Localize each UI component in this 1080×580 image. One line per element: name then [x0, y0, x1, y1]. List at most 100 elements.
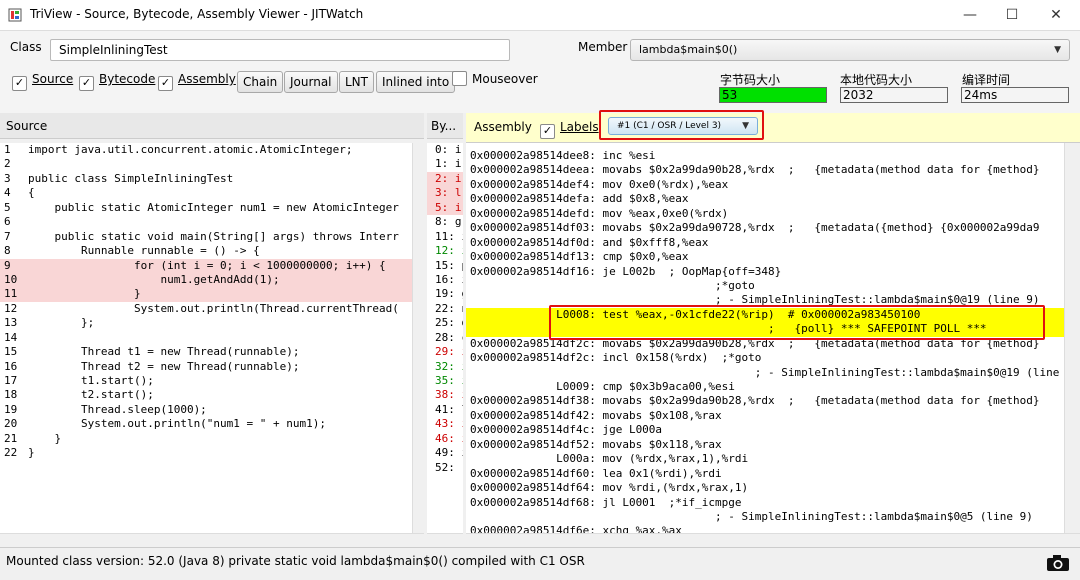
bytecode-line[interactable]: 3: l	[427, 186, 463, 201]
source-line[interactable]: 19 Thread.sleep(1000);	[0, 403, 412, 417]
source-line[interactable]: 14	[0, 331, 412, 345]
bytecode-line[interactable]: 41: l	[427, 403, 463, 417]
assembly-line[interactable]: 0x000002a98514df38: movabs $0x2a99da90b2…	[466, 394, 1064, 408]
source-vertical-scrollbar[interactable]	[412, 143, 425, 533]
assembly-line[interactable]: 0x000002a98514df16: je L002b ; OopMap{of…	[466, 265, 1064, 279]
bytecode-line[interactable]: 16: i	[427, 273, 463, 287]
bytecode-line[interactable]: 1: i	[427, 157, 463, 171]
source-line[interactable]: 1 import java.util.concurrent.atomic.Atom…	[0, 143, 412, 157]
source-line[interactable]: 10 num1.getAndAdd(1);	[0, 272, 412, 288]
journal-button[interactable]: Journal	[284, 71, 338, 93]
assembly-line[interactable]: 0x000002a98514df03: movabs $0x2a99da9072…	[466, 221, 1064, 235]
assembly-line[interactable]: 0x000002a98514df2c: incl 0x158(%rdx) ;*g…	[466, 351, 1064, 365]
source-line[interactable]: 18 t2.start();	[0, 388, 412, 402]
source-line[interactable]: 22}	[0, 446, 412, 460]
assembly-horizontal-scrollbar[interactable]	[466, 533, 1080, 546]
assembly-line[interactable]: 0x000002a98514df52: movabs $0x118,%rax	[466, 438, 1064, 452]
bytecode-line[interactable]: 12: i	[427, 244, 463, 258]
source-line-text: System.out.println(Thread.currentThread(	[28, 301, 399, 315]
assembly-line[interactable]: 0x000002a98514dee8: inc %esi	[466, 149, 1064, 163]
assembly-line[interactable]: L000a: mov (%rdx,%rax,1),%rdi	[466, 452, 1064, 466]
assembly-line[interactable]: 0x000002a98514df13: cmp $0x0,%eax	[466, 250, 1064, 264]
source-line[interactable]: 15 Thread t1 = new Thread(runnable);	[0, 345, 412, 359]
camera-icon[interactable]	[1046, 554, 1070, 572]
assembly-line[interactable]: 0x000002a98514df60: lea 0x1(%rdi),%rdi	[466, 467, 1064, 481]
assembly-line[interactable]: 0x000002a98514df6e: xchg %ax,%ax	[466, 524, 1064, 533]
bytecode-line[interactable]: 46: i	[427, 432, 463, 446]
member-select[interactable]: lambda$main$0() ▼	[630, 39, 1070, 61]
bytecode-line[interactable]: 38: i	[427, 388, 463, 402]
line-number: 4	[4, 186, 11, 200]
mouseover-checkbox[interactable]: Mouseover	[452, 71, 538, 87]
source-line[interactable]: 7 public static void main(String[] args)…	[0, 230, 412, 244]
source-line[interactable]: 2	[0, 157, 412, 171]
bytecode-line[interactable]: 49: i	[427, 446, 463, 460]
status-bar: Mounted class version: 52.0 (Java 8) pri…	[0, 547, 1080, 580]
bytecode-line[interactable]: 5: i	[427, 200, 463, 216]
bytecode-checkbox-label: Bytecode	[99, 72, 156, 86]
assembly-line[interactable]: 0x000002a98514defd: mov %eax,0xe0(%rdx)	[466, 207, 1064, 221]
assembly-pane-header: Assembly ✓ Labels #1 (C1 / OSR / Level 3)…	[466, 113, 1080, 143]
assembly-line[interactable]: 0x000002a98514deea: movabs $0x2a99da90b2…	[466, 163, 1064, 177]
source-line[interactable]: 21 }	[0, 432, 412, 446]
bytecode-code-view[interactable]: 0: i1: i2: i3: l5: i8: g11: i12: i15: p1…	[427, 143, 463, 533]
bytecode-line[interactable]: 52: r	[427, 461, 463, 475]
bytecode-line[interactable]: 15: p	[427, 259, 463, 273]
assembly-line[interactable]: 0x000002a98514df0d: and $0xfff8,%eax	[466, 236, 1064, 250]
bytecode-line[interactable]: 29: i	[427, 345, 463, 359]
window-title: TriView - Source, Bytecode, Assembly Vie…	[30, 7, 364, 21]
assembly-line[interactable]: ; - SimpleInliningTest::lambda$main$0@19…	[466, 366, 1064, 380]
source-line[interactable]: 17 t1.start();	[0, 374, 412, 388]
bytecode-line[interactable]: 28: c	[427, 331, 463, 345]
chain-button[interactable]: Chain	[237, 71, 284, 93]
assembly-line[interactable]: ;*goto	[466, 279, 1064, 293]
source-line[interactable]: 8 Runnable runnable = () -> {	[0, 244, 412, 258]
source-line[interactable]: 13 };	[0, 316, 412, 330]
bytecode-line[interactable]: 22: n	[427, 302, 463, 316]
assembly-line[interactable]: 0x000002a98514df68: jl L0001 ;*if_icmpge	[466, 496, 1064, 510]
assembly-checkbox[interactable]: ✓ Assembly	[158, 71, 236, 91]
source-line[interactable]: 12 System.out.println(Thread.currentThre…	[0, 302, 412, 316]
assembly-line[interactable]: 0x000002a98514def4: mov 0xe0(%rdx),%eax	[466, 178, 1064, 192]
assembly-line[interactable]: 0x000002a98514defa: add $0x8,%eax	[466, 192, 1064, 206]
assembly-vertical-scrollbar[interactable]	[1064, 143, 1077, 533]
assembly-line[interactable]: 0x000002a98514df64: mov %rdi,(%rdx,%rax,…	[466, 481, 1064, 495]
source-code-view[interactable]: 1 import java.util.concurrent.atomic.Atom…	[0, 143, 412, 533]
bytecode-line[interactable]: 32: i	[427, 360, 463, 374]
bytecode-horizontal-scrollbar[interactable]	[427, 533, 463, 546]
bytecode-checkbox[interactable]: ✓ Bytecode	[79, 71, 156, 91]
bytecode-line[interactable]: 25: d	[427, 316, 463, 330]
bytecode-line[interactable]: 2: i	[427, 171, 463, 187]
close-button[interactable]: ✕	[1034, 0, 1078, 30]
bytecode-line[interactable]: 35: i	[427, 374, 463, 388]
source-horizontal-scrollbar[interactable]	[0, 533, 424, 546]
source-line[interactable]: 6	[0, 215, 412, 229]
source-line[interactable]: 20 System.out.println("num1 = " + num1);	[0, 417, 412, 431]
inlined-into-button[interactable]: Inlined into	[376, 71, 456, 93]
line-number: 10	[4, 272, 18, 286]
assembly-line[interactable]: 0x000002a98514df42: movabs $0x108,%rax	[466, 409, 1064, 423]
bytecode-line[interactable]: 19: g	[427, 287, 463, 301]
source-line[interactable]: 5 public static AtomicInteger num1 = new…	[0, 201, 412, 215]
source-line[interactable]: 4{	[0, 186, 412, 200]
class-input[interactable]: SimpleInliningTest	[50, 39, 510, 61]
bytecode-line[interactable]: 11: i	[427, 230, 463, 244]
maximize-button[interactable]: ☐	[990, 0, 1034, 30]
minimize-button[interactable]: —	[948, 0, 992, 30]
assembly-line[interactable]: ; - SimpleInliningTest::lambda$main$0@5 …	[466, 510, 1064, 524]
native-size-label: 本地代码大小	[840, 73, 913, 87]
bytecode-line[interactable]: 43: i	[427, 417, 463, 431]
source-checkbox[interactable]: ✓ Source	[12, 71, 74, 91]
assembly-line[interactable]: 0x000002a98514df4c: jge L000a	[466, 423, 1064, 437]
assembly-line[interactable]: L0009: cmp $0x3b9aca00,%esi	[466, 380, 1064, 394]
source-line[interactable]: 9 for (int i = 0; i < 1000000000; i++) {	[0, 258, 412, 273]
source-line[interactable]: 11 }	[0, 287, 412, 302]
title-bar: TriView - Source, Bytecode, Assembly Vie…	[0, 0, 1080, 31]
lnt-button[interactable]: LNT	[339, 71, 374, 93]
source-line[interactable]: 3 public class SimpleInliningTest	[0, 172, 412, 186]
source-line[interactable]: 16 Thread t2 = new Thread(runnable);	[0, 360, 412, 374]
bytecode-line[interactable]: 8: g	[427, 215, 463, 229]
source-checkbox-label: Source	[32, 72, 74, 86]
labels-checkbox[interactable]: ✓ Labels	[540, 119, 599, 139]
bytecode-line[interactable]: 0: i	[427, 143, 463, 157]
